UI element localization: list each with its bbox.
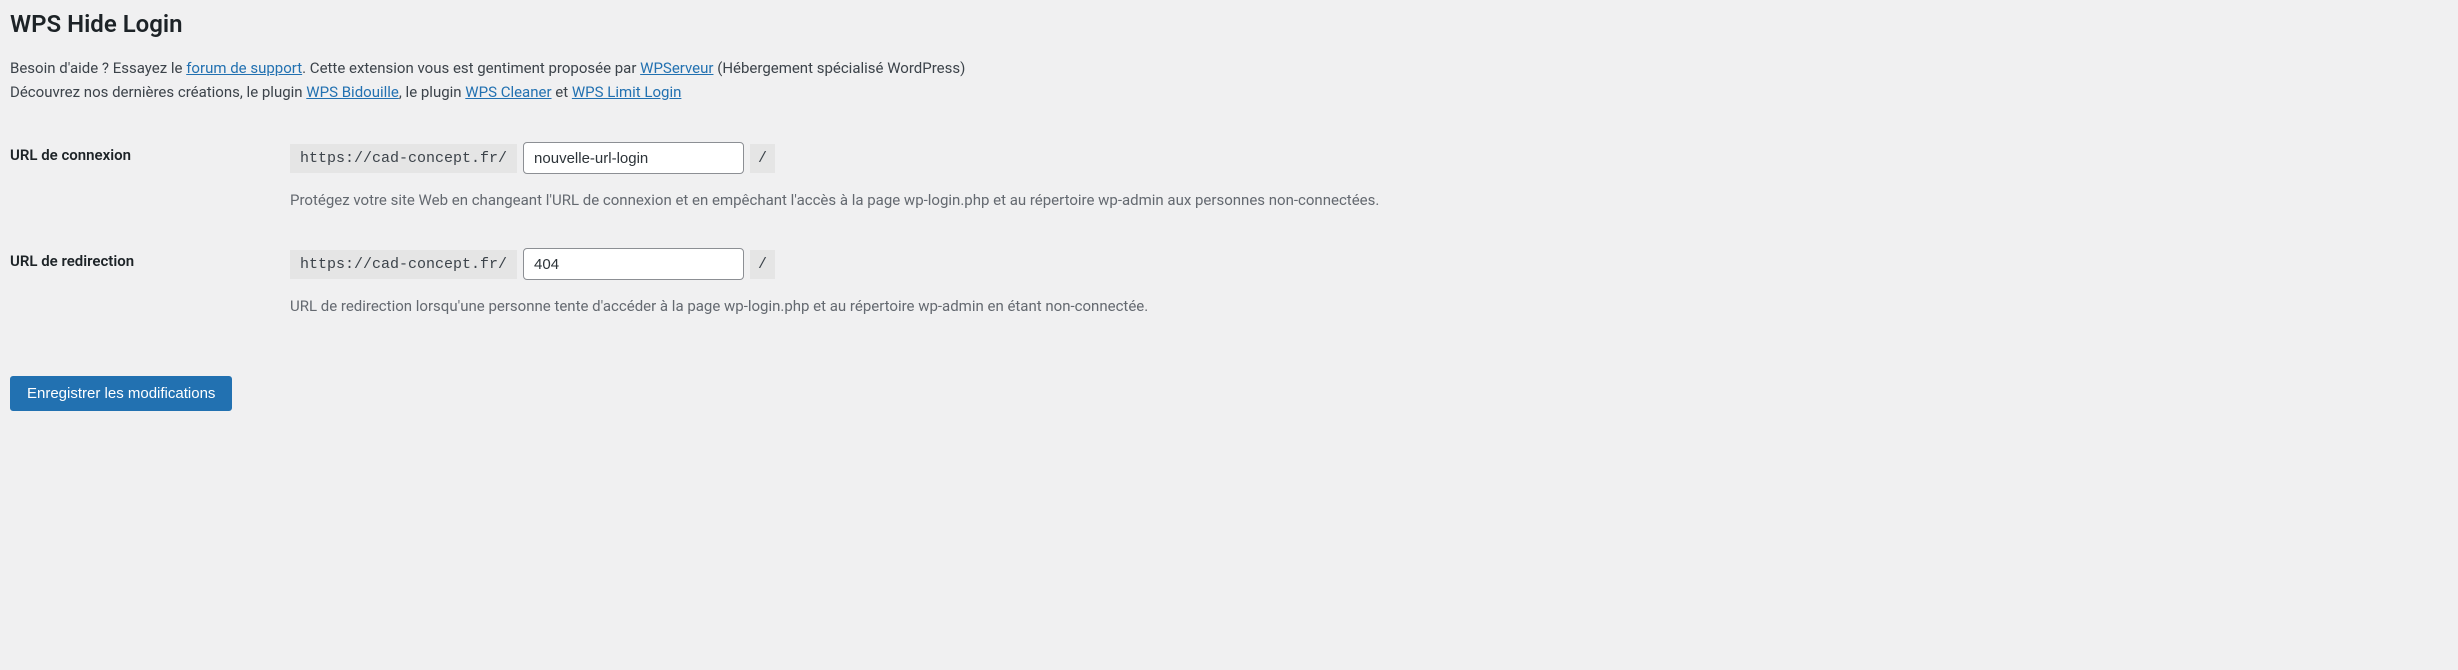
redirect-url-suffix: /	[750, 250, 775, 279]
redirect-url-field-group: https://cad-concept.fr/ /	[290, 248, 2438, 280]
login-url-suffix: /	[750, 144, 775, 173]
login-url-prefix: https://cad-concept.fr/	[290, 144, 517, 173]
discover-prefix: Découvrez nos dernières créations, le pl…	[10, 83, 306, 101]
support-forum-link[interactable]: forum de support	[186, 59, 302, 77]
login-url-field-group: https://cad-concept.fr/ /	[290, 142, 2438, 174]
settings-form-table: URL de connexion https://cad-concept.fr/…	[10, 134, 2448, 346]
redirect-url-row: URL de redirection https://cad-concept.f…	[10, 240, 2448, 346]
proposed-by-text: . Cette extension vous est gentiment pro…	[302, 59, 640, 77]
middle2: et	[552, 83, 572, 101]
wpserveur-link[interactable]: WPServeur	[640, 59, 713, 77]
redirect-url-input[interactable]	[523, 248, 744, 280]
section-title: WPS Hide Login	[10, 10, 2448, 38]
redirect-url-description: URL de redirection lorsqu'une personne t…	[290, 294, 1590, 318]
wps-bidouille-link[interactable]: WPS Bidouille	[306, 83, 399, 101]
save-button[interactable]: Enregistrer les modifications	[10, 376, 232, 411]
wps-limit-login-link[interactable]: WPS Limit Login	[572, 83, 682, 101]
middle1: , le plugin	[399, 83, 465, 101]
login-url-label: URL de connexion	[10, 134, 290, 240]
login-url-row: URL de connexion https://cad-concept.fr/…	[10, 134, 2448, 240]
redirect-url-label: URL de redirection	[10, 240, 290, 346]
wpserveur-suffix: (Hébergement spécialisé WordPress)	[713, 59, 965, 77]
wps-cleaner-link[interactable]: WPS Cleaner	[465, 83, 551, 101]
help-prefix: Besoin d'aide ? Essayez le	[10, 59, 186, 77]
intro-text: Besoin d'aide ? Essayez le forum de supp…	[10, 56, 2448, 104]
redirect-url-prefix: https://cad-concept.fr/	[290, 250, 517, 279]
login-url-description: Protégez votre site Web en changeant l'U…	[290, 188, 1590, 212]
login-url-input[interactable]	[523, 142, 744, 174]
